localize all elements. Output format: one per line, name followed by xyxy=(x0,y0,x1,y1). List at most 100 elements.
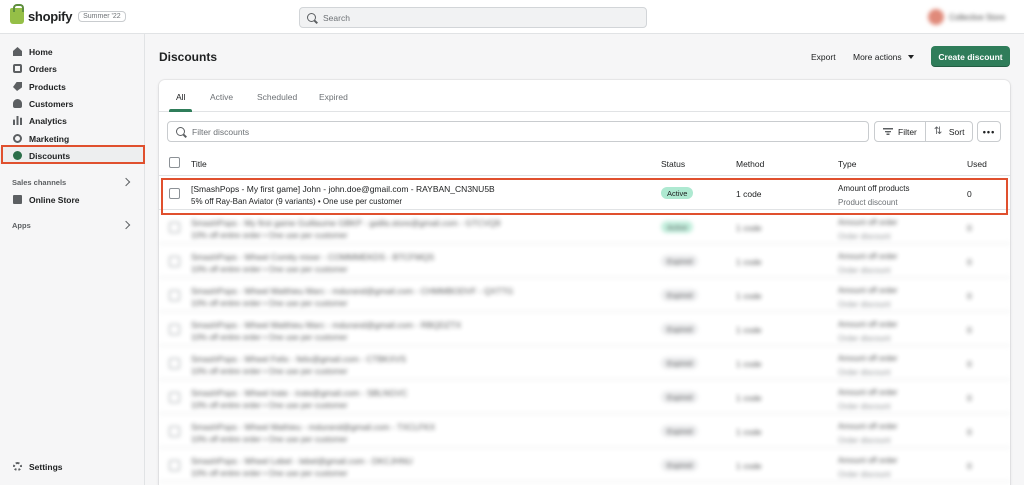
status-badge: Expired xyxy=(661,425,699,437)
used-cell: 0 xyxy=(967,427,972,437)
row-checkbox[interactable] xyxy=(169,426,180,437)
discount-title[interactable]: SmashPops - Wheel Mathieu - mdurand@gmai… xyxy=(191,422,435,432)
used-cell: 0 xyxy=(967,257,972,267)
bar-chart-icon xyxy=(13,116,22,125)
row-checkbox[interactable] xyxy=(169,358,180,369)
sidebar-item-label: Home xyxy=(29,46,53,57)
discount-title[interactable]: SmashPops - Wheel Lebel - lebel@gmail.co… xyxy=(191,456,413,466)
row-checkbox[interactable] xyxy=(169,460,180,471)
discount-title[interactable]: SmashPops - Wheel Matthieu Marc - mduran… xyxy=(191,286,513,296)
column-used[interactable]: Used xyxy=(967,159,987,169)
status-badge: Expired xyxy=(661,459,699,471)
tab-all[interactable]: All xyxy=(176,92,185,102)
status-badge: Expired xyxy=(661,357,699,369)
status-badge: Expired xyxy=(661,289,699,301)
discount-summary: 10% off entire order • One use per custo… xyxy=(191,333,348,342)
type-subtext: Order discount xyxy=(838,436,891,445)
gear-icon xyxy=(13,462,22,471)
column-title[interactable]: Title xyxy=(191,159,207,169)
tab-scheduled[interactable]: Scheduled xyxy=(257,92,297,102)
sidebar-item-products[interactable]: Products xyxy=(0,78,145,95)
type-cell: Amount off order xyxy=(838,388,898,397)
table-row[interactable]: SmashPops - Wheel Irate - irate@gmail.co… xyxy=(159,380,1010,414)
used-cell: 0 xyxy=(967,291,972,301)
type-subtext: Order discount xyxy=(838,470,891,479)
method-cell: 1 code xyxy=(736,461,762,471)
discount-title[interactable]: SmashPops - Wheel Matthieu Marc - mduran… xyxy=(191,320,461,330)
chevron-right-icon[interactable] xyxy=(121,177,131,187)
table-row[interactable]: SmashPops - Wheel Comity mixer - COMMMEK… xyxy=(159,244,1010,278)
sidebar-item-customers[interactable]: Customers xyxy=(0,95,145,112)
type-subtext: Order discount xyxy=(838,368,891,377)
season-badge: Summer '22 xyxy=(78,10,126,22)
column-method[interactable]: Method xyxy=(736,159,764,169)
used-cell: 0 xyxy=(967,359,972,369)
filter-button[interactable]: Filter xyxy=(875,122,925,141)
sidebar-item-label: Online Store xyxy=(29,194,80,205)
table-row[interactable]: SmashPops - My first game Guillaume GBKP… xyxy=(159,210,1010,244)
discount-title[interactable]: SmashPops - Wheel Comity mixer - COMMMEK… xyxy=(191,252,434,262)
export-button[interactable]: Export xyxy=(811,52,836,62)
create-discount-button[interactable]: Create discount xyxy=(931,46,1010,67)
more-actions-button[interactable]: More actions xyxy=(853,52,914,62)
more-options-button[interactable]: ••• xyxy=(977,121,1001,142)
store-icon xyxy=(13,195,22,204)
apps-label: Apps xyxy=(12,221,31,230)
select-all-checkbox[interactable] xyxy=(169,157,180,168)
used-cell: 0 xyxy=(967,223,972,233)
column-type[interactable]: Type xyxy=(838,159,856,169)
table-row[interactable]: SmashPops - Wheel Matthieu Marc - mduran… xyxy=(159,278,1010,312)
sort-icon: ⇅ xyxy=(933,125,943,137)
search-placeholder: Search xyxy=(323,12,350,23)
search-bar[interactable]: Search xyxy=(299,7,647,28)
method-cell: 1 code xyxy=(736,291,762,301)
chevron-right-icon[interactable] xyxy=(121,220,131,230)
row-checkbox[interactable] xyxy=(169,290,180,301)
sidebar-item-online-store[interactable]: Online Store xyxy=(0,191,145,208)
table-row[interactable]: SmashPops - Wheel Felix - felix@gmail.co… xyxy=(159,346,1010,380)
row-checkbox[interactable] xyxy=(169,324,180,335)
type-cell: Amount off order xyxy=(838,422,898,431)
tab-active[interactable]: Active xyxy=(210,92,233,102)
filter-label: Filter xyxy=(898,126,917,137)
type-subtext: Order discount xyxy=(838,402,891,411)
first-row-highlight-box xyxy=(161,178,1008,215)
row-checkbox[interactable] xyxy=(169,256,180,267)
discounts-highlight-box xyxy=(1,145,145,164)
filter-discounts-input[interactable]: Filter discounts xyxy=(167,121,869,142)
sidebar: Home Orders Products Customers Analytics… xyxy=(0,34,145,485)
method-cell: 1 code xyxy=(736,223,762,233)
sort-button[interactable]: ⇅ Sort xyxy=(924,122,973,141)
type-subtext: Order discount xyxy=(838,334,891,343)
row-checkbox[interactable] xyxy=(169,392,180,403)
table-row[interactable]: SmashPops - Wheel Matthieu Marc - mduran… xyxy=(159,312,1010,346)
type-cell: Amount off order xyxy=(838,320,898,329)
discounts-card: All Active Scheduled Expired Filter disc… xyxy=(159,80,1010,485)
method-cell: 1 code xyxy=(736,257,762,267)
user-name: Collective Store xyxy=(949,12,1006,22)
column-status[interactable]: Status xyxy=(661,159,685,169)
avatar xyxy=(928,9,944,25)
sidebar-item-label: Settings xyxy=(29,461,63,472)
type-cell: Amount off order xyxy=(838,286,898,295)
shopify-logo[interactable]: shopify Summer '22 xyxy=(10,4,126,24)
tab-expired[interactable]: Expired xyxy=(319,92,348,102)
discount-title[interactable]: SmashPops - Wheel Felix - felix@gmail.co… xyxy=(191,354,406,364)
discount-summary: 10% off entire order • One use per custo… xyxy=(191,401,348,410)
home-icon xyxy=(13,47,22,56)
discount-title[interactable]: SmashPops - My first game Guillaume GBKP… xyxy=(191,218,500,228)
filter-icon xyxy=(883,128,893,135)
discount-title[interactable]: SmashPops - Wheel Irate - irate@gmail.co… xyxy=(191,388,407,398)
sidebar-item-orders[interactable]: Orders xyxy=(0,60,145,77)
row-checkbox[interactable] xyxy=(169,222,180,233)
table-row[interactable]: SmashPops - Wheel Lebel - lebel@gmail.co… xyxy=(159,448,1010,482)
discount-summary: 10% off entire order • One use per custo… xyxy=(191,265,348,274)
user-menu[interactable]: Collective Store xyxy=(928,9,1005,25)
discount-summary: 10% off entire order • One use per custo… xyxy=(191,367,348,376)
tag-icon xyxy=(13,82,22,91)
sidebar-item-settings[interactable]: Settings xyxy=(0,458,145,475)
sales-channels-label: Sales channels xyxy=(12,178,67,187)
sidebar-item-home[interactable]: Home xyxy=(0,43,145,60)
sidebar-item-analytics[interactable]: Analytics xyxy=(0,112,145,129)
table-row[interactable]: SmashPops - Wheel Mathieu - mdurand@gmai… xyxy=(159,414,1010,448)
